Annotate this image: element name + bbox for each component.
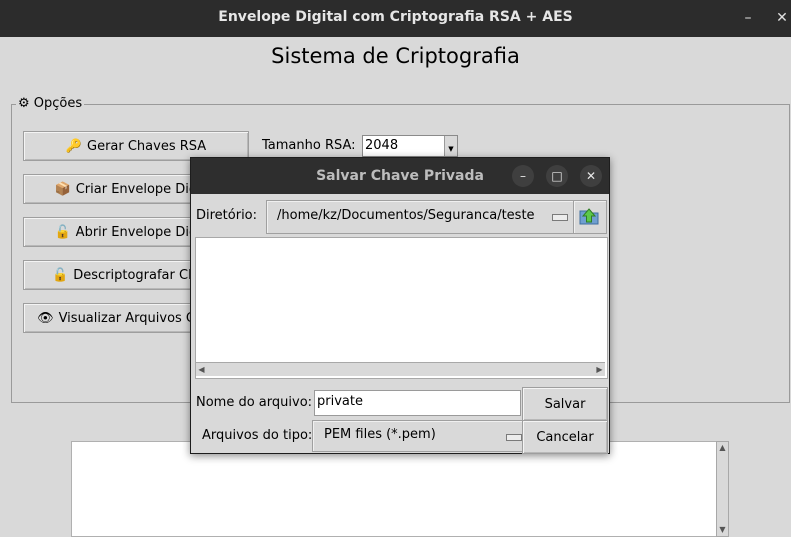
- package-icon: 📦: [54, 181, 71, 197]
- file-list-horizontal-scrollbar[interactable]: ◀ ▶: [196, 362, 605, 376]
- scroll-up-icon[interactable]: ▲: [717, 442, 728, 454]
- dropdown-indicator-icon: [506, 434, 522, 441]
- filetype-label: Arquivos do tipo:: [202, 428, 313, 443]
- filetype-combobox[interactable]: PEM files (*.pem): [312, 420, 531, 452]
- output-textarea[interactable]: [71, 441, 717, 537]
- open-lock-icon: 🔓: [54, 224, 71, 240]
- dropdown-arrow-icon[interactable]: ▼: [444, 136, 457, 156]
- scroll-left-icon[interactable]: ◀: [196, 363, 207, 376]
- rsa-size-value: 2048: [365, 138, 399, 153]
- dialog-close-icon[interactable]: ✕: [580, 165, 602, 187]
- directory-label: Diretório:: [196, 208, 258, 223]
- file-list[interactable]: [195, 237, 608, 379]
- window-titlebar: Envelope Digital com Criptografia RSA + …: [0, 0, 791, 37]
- key-icon: 🔑: [65, 138, 82, 154]
- minimize-icon[interactable]: –: [738, 8, 758, 28]
- close-icon[interactable]: ✕: [772, 8, 791, 28]
- folder-up-button[interactable]: [573, 200, 607, 234]
- dropdown-indicator-icon: [552, 214, 568, 221]
- options-label: Opções: [33, 96, 83, 111]
- dialog-minimize-icon[interactable]: –: [512, 165, 534, 187]
- directory-value: /home/kz/Documentos/Seguranca/teste: [277, 208, 535, 223]
- cancel-button[interactable]: Cancelar: [522, 420, 608, 454]
- scroll-right-icon[interactable]: ▶: [594, 363, 605, 376]
- filetype-value: PEM files (*.pem): [324, 427, 436, 442]
- scroll-down-icon[interactable]: ▼: [717, 524, 728, 536]
- window-title: Envelope Digital com Criptografia RSA + …: [218, 9, 573, 25]
- dialog-titlebar: Salvar Chave Privada – □ ✕: [191, 158, 609, 194]
- rsa-size-combobox[interactable]: 2048 ▼: [362, 135, 458, 157]
- page-title: Sistema de Criptografia: [271, 44, 520, 68]
- filename-label: Nome do arquivo:: [196, 395, 313, 410]
- save-button[interactable]: Salvar: [522, 387, 608, 421]
- gear-icon: ⚙: [18, 96, 30, 111]
- unlock-icon: 🔓: [52, 267, 69, 283]
- eye-icon: 👁: [37, 310, 54, 326]
- save-private-key-dialog: Salvar Chave Privada – □ ✕ Diretório: /h…: [190, 157, 610, 454]
- options-group-label: ⚙ Opções: [16, 96, 85, 111]
- button-label: Gerar Chaves RSA: [87, 138, 207, 154]
- dialog-maximize-icon[interactable]: □: [546, 165, 568, 187]
- directory-combobox[interactable]: /home/kz/Documentos/Seguranca/teste: [266, 200, 577, 234]
- rsa-size-label: Tamanho RSA:: [262, 138, 356, 153]
- filename-input[interactable]: private: [314, 390, 521, 416]
- folder-up-icon: [579, 208, 599, 225]
- output-vertical-scrollbar[interactable]: ▲ ▼: [716, 441, 729, 537]
